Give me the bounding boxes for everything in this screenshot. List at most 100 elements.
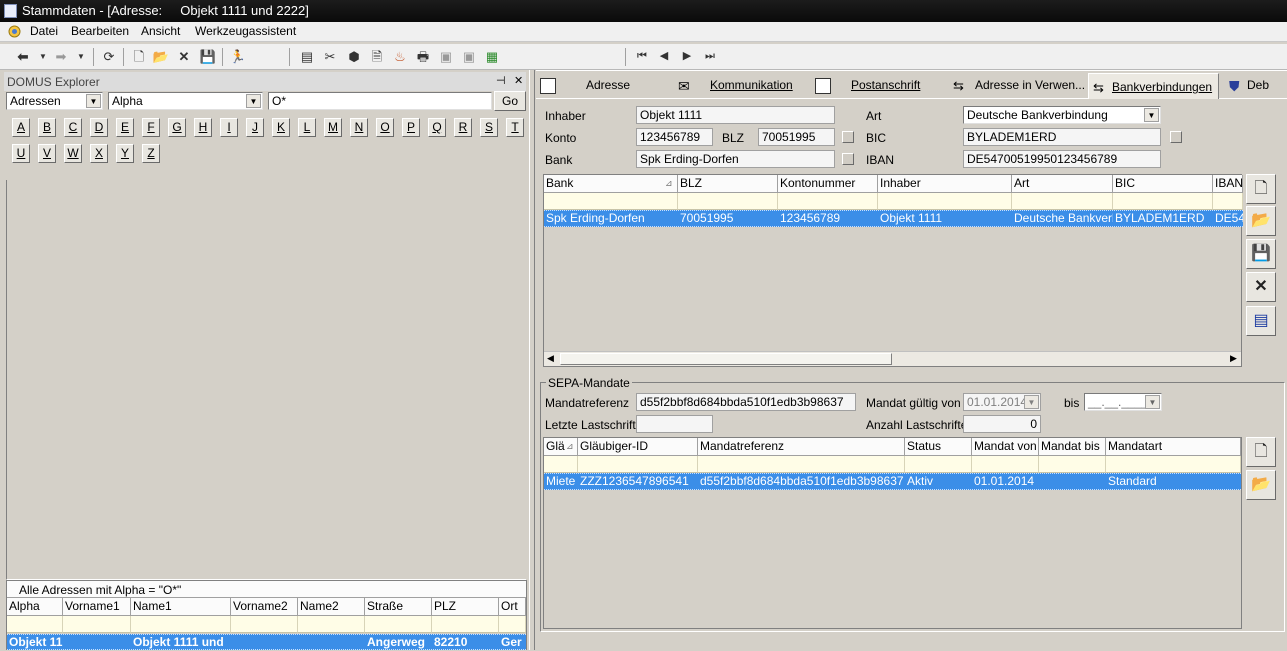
scroll-left-icon[interactable]: ◀	[547, 353, 554, 364]
save-bank-button[interactable]: 💾	[1246, 239, 1276, 269]
results-filter-cell[interactable]	[231, 616, 298, 633]
blz-field[interactable]: 70051995	[758, 128, 835, 146]
anzahl-lastschriften-field[interactable]: 0	[963, 415, 1041, 433]
results-grid[interactable]: Alle Adressen mit Alpha = "O*" Alpha Vorn…	[6, 580, 527, 650]
new-bank-button[interactable]: 🗋	[1246, 174, 1276, 204]
scroll-right-icon[interactable]: ▶	[1230, 353, 1237, 364]
bic-field[interactable]: BYLADEM1ERD	[963, 128, 1161, 146]
wizard-run-icon[interactable]: 🏃	[229, 48, 247, 65]
results-column-header[interactable]: Straße	[365, 598, 432, 616]
report-icon[interactable]: ▤	[298, 48, 316, 65]
chevron-down-icon[interactable]: ▼	[1145, 395, 1160, 409]
close-icon[interactable]: ✕	[514, 74, 523, 87]
bank-grid-column-header[interactable]: Art	[1012, 175, 1113, 193]
menu-datei[interactable]: Datei	[30, 24, 58, 38]
bank-grid[interactable]: ◀ ▶ Bank BLZ Kontonummer Inhaber Art BIC IBAN S…	[543, 174, 1243, 367]
bank-grid-filter-cell[interactable]	[778, 193, 878, 210]
sepa-grid-filter-cell[interactable]	[905, 456, 972, 473]
sepa-grid-filter-cell[interactable]	[578, 456, 698, 473]
scroll-thumb[interactable]	[560, 353, 892, 365]
bic-lookup-button[interactable]	[1170, 131, 1182, 143]
sepa-grid-column-header[interactable]: Mandat von	[972, 438, 1039, 456]
sepa-grid-column-header[interactable]: Mandatart	[1106, 438, 1241, 456]
bank-grid-column-header[interactable]: BLZ	[678, 175, 778, 193]
letter-button-y[interactable]: Y	[116, 144, 134, 163]
print-icon[interactable]: 🖶	[414, 48, 432, 65]
bank-grid-filter-cell[interactable]	[1213, 193, 1243, 210]
letzte-lastschrift-field[interactable]	[636, 415, 713, 433]
inhaber-field[interactable]: Objekt 1111	[636, 106, 835, 124]
sepa-grid-filter-cell[interactable]	[972, 456, 1039, 473]
results-column-header[interactable]: Ort	[499, 598, 526, 616]
bank-grid-filter-cell[interactable]	[544, 193, 678, 210]
letter-button-v[interactable]: V	[38, 144, 56, 163]
sepa-grid-filter-cell[interactable]	[1039, 456, 1106, 473]
results-filter-cell[interactable]	[365, 616, 432, 633]
sort-field-select[interactable]: Alpha ▼	[108, 92, 263, 110]
go-button[interactable]: Go	[494, 91, 526, 111]
bank-grid-column-header[interactable]: IBAN	[1213, 175, 1243, 193]
save-icon[interactable]: 💾	[199, 48, 217, 65]
back-dropdown-icon[interactable]: ▼	[34, 48, 52, 65]
letter-button-u[interactable]: U	[12, 144, 30, 163]
tab-postanschrift[interactable]: Postanschrift	[815, 72, 920, 98]
new-mandate-button[interactable]: 🗋	[1246, 437, 1276, 467]
letter-button-q[interactable]: Q	[428, 118, 446, 137]
bank-grid-column-header[interactable]: BIC	[1113, 175, 1213, 193]
letter-button-l[interactable]: L	[298, 118, 316, 137]
bank-grid-column-header[interactable]: Kontonummer	[778, 175, 878, 193]
art-select[interactable]: Deutsche Bankverbindung ▼	[963, 106, 1161, 124]
letter-button-a[interactable]: A	[12, 118, 30, 137]
disabled-tool-icon[interactable]: ▣	[437, 48, 455, 65]
bank-grid-filter-cell[interactable]	[678, 193, 778, 210]
results-filter-cell[interactable]	[7, 616, 63, 633]
letter-button-w[interactable]: W	[64, 144, 82, 163]
back-arrow-icon[interactable]: ⬅	[14, 48, 32, 65]
disabled-tool-icon[interactable]: ▣	[460, 48, 478, 65]
iban-field[interactable]: DE54700519950123456789	[963, 150, 1161, 168]
results-filter-cell[interactable]	[499, 616, 526, 633]
results-column-header[interactable]: Name1	[131, 598, 231, 616]
forward-dropdown-icon[interactable]: ▼	[72, 48, 90, 65]
tab-debitor[interactable]: ⛊ Deb	[1229, 72, 1269, 98]
konto-field[interactable]: 123456789	[636, 128, 713, 146]
sepa-grid-filter-cell[interactable]	[1106, 456, 1241, 473]
blz-lookup-button[interactable]	[842, 131, 854, 143]
sepa-grid-filter-cell[interactable]	[544, 456, 578, 473]
mandatreferenz-field[interactable]: d55f2bbf8d684bbda510f1edb3b98637	[636, 393, 856, 411]
tab-bankverbindungen[interactable]: ⇆ Bankverbindungen	[1088, 73, 1220, 99]
results-column-header[interactable]: Alpha	[7, 598, 63, 616]
form-icon[interactable]: 🗎	[368, 48, 386, 65]
letter-button-d[interactable]: D	[90, 118, 108, 137]
menu-ansicht[interactable]: Ansicht	[141, 24, 180, 38]
search-input[interactable]: O*	[268, 92, 492, 110]
menu-bearbeiten[interactable]: Bearbeiten	[71, 24, 129, 38]
letter-button-i[interactable]: I	[220, 118, 238, 137]
bank-grid-filter-cell[interactable]	[1113, 193, 1213, 210]
letter-button-f[interactable]: F	[142, 118, 160, 137]
sort-ascending-icon[interactable]: ⊿	[566, 441, 574, 452]
open-bank-button[interactable]: 📂	[1246, 206, 1276, 236]
sepa-grid-column-header[interactable]: Gläubiger-ID	[578, 438, 698, 456]
first-record-icon[interactable]: ⏮	[633, 48, 651, 65]
menu-werkzeugassistent[interactable]: Werkzeugassistent	[195, 24, 296, 38]
horizontal-scrollbar[interactable]: ◀ ▶	[544, 351, 1241, 366]
letter-button-o[interactable]: O	[376, 118, 394, 137]
letter-button-z[interactable]: Z	[142, 144, 160, 163]
results-filter-cell[interactable]	[131, 616, 231, 633]
letter-button-c[interactable]: C	[64, 118, 82, 137]
forward-arrow-icon[interactable]: ➡	[52, 48, 70, 65]
results-filter-cell[interactable]	[63, 616, 131, 633]
letter-button-t[interactable]: T	[506, 118, 524, 137]
new-document-icon[interactable]: 🗋	[130, 48, 148, 65]
results-filter-cell[interactable]	[298, 616, 365, 633]
letter-button-b[interactable]: B	[38, 118, 56, 137]
open-folder-icon[interactable]: 📂	[152, 48, 170, 65]
results-column-header[interactable]: Name2	[298, 598, 365, 616]
bank-lookup-button[interactable]	[842, 153, 854, 165]
fire-icon[interactable]: ♨	[391, 48, 409, 65]
sepa-grid-column-header[interactable]: Mandatreferenz	[698, 438, 905, 456]
letter-button-h[interactable]: H	[194, 118, 212, 137]
refresh-icon[interactable]: ⟳	[100, 48, 118, 65]
bank-grid-filter-cell[interactable]	[878, 193, 1012, 210]
